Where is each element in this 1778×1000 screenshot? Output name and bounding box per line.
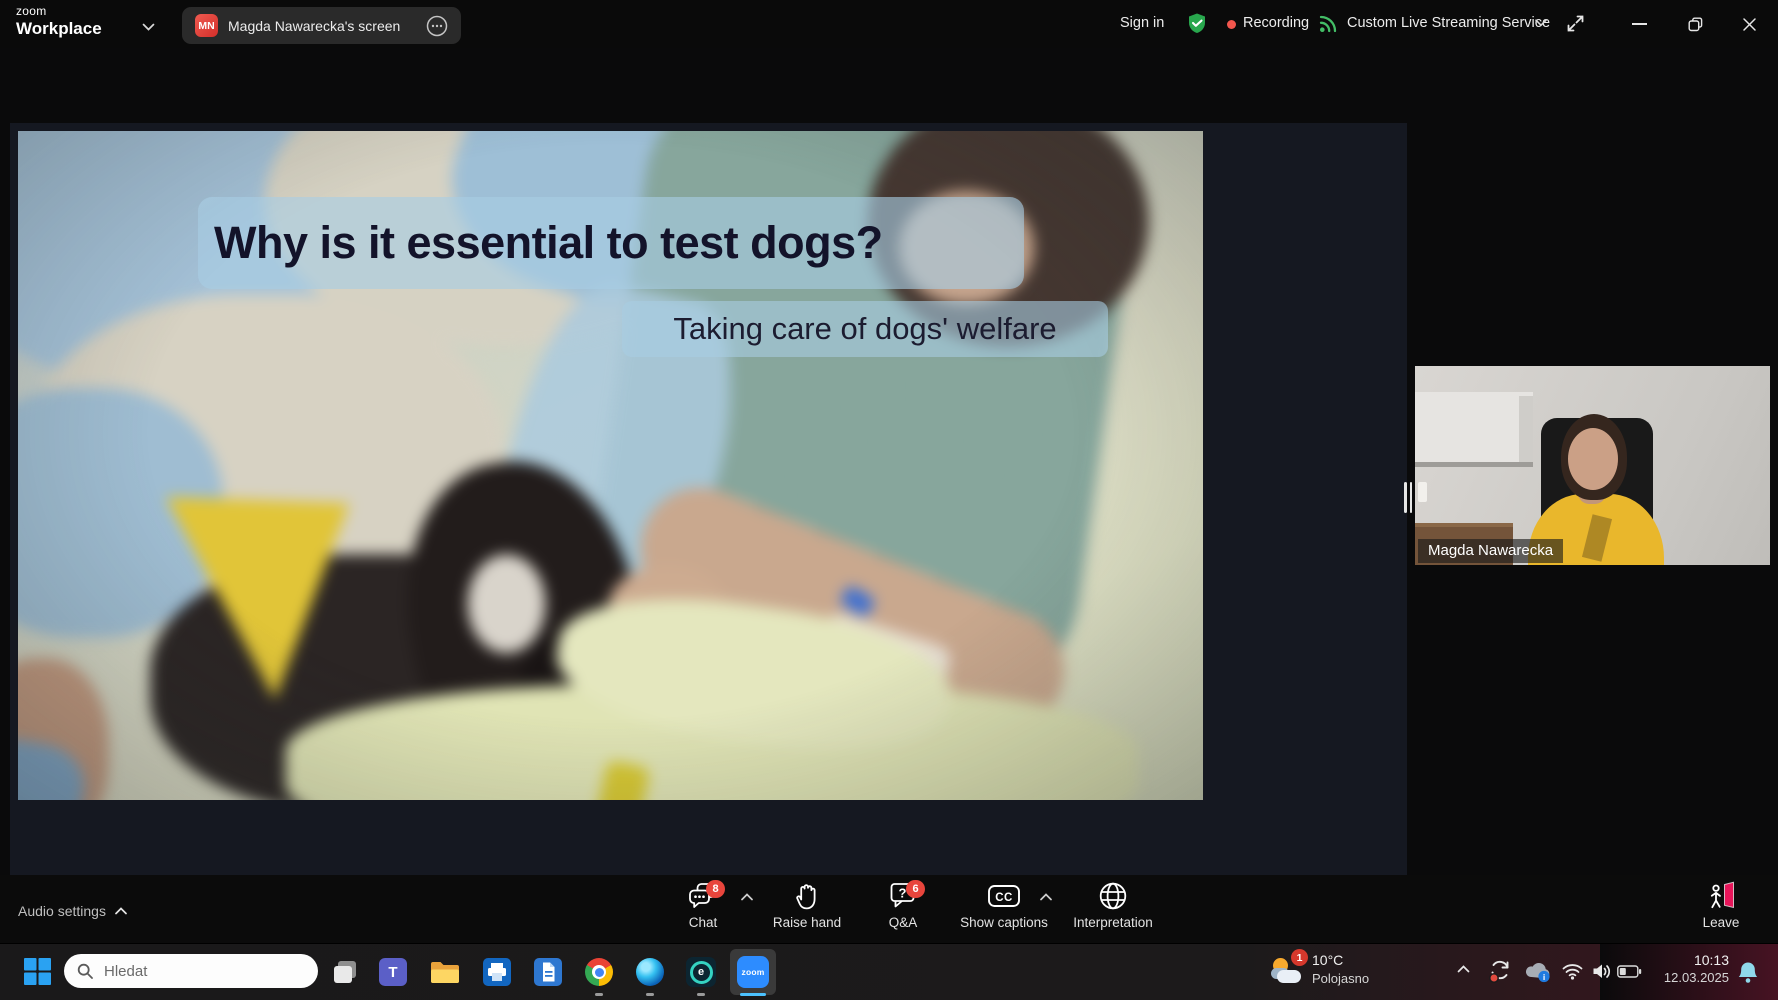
printer-glyph <box>483 958 511 986</box>
light-switch <box>1418 482 1427 502</box>
qa-badge: 6 <box>906 880 925 898</box>
leave-button[interactable]: Leave <box>1676 879 1766 930</box>
interpretation-button[interactable]: Interpretation <box>1053 879 1173 930</box>
raise-hand-button[interactable]: Raise hand <box>762 879 852 930</box>
taskbar-search[interactable] <box>64 954 318 988</box>
raise-hand-icon <box>793 881 821 911</box>
show-captions-label: Show captions <box>960 915 1048 930</box>
recording-label: Recording <box>1243 15 1309 31</box>
search-icon <box>77 963 93 979</box>
weather-notification-badge: 1 <box>1291 949 1308 966</box>
clock-date: 12.03.2025 <box>1645 970 1729 985</box>
security-shield-icon[interactable] <box>1186 12 1208 35</box>
eset-running-indicator <box>697 993 705 996</box>
tab-more-options-icon[interactable] <box>426 15 448 37</box>
leave-meeting-icon <box>1706 881 1736 911</box>
printer-app-icon[interactable] <box>483 958 511 986</box>
zoom-active-indicator <box>740 993 766 996</box>
interpretation-label: Interpretation <box>1073 915 1153 930</box>
sign-in-button[interactable]: Sign in <box>1120 15 1164 31</box>
weather-temperature: 10°C <box>1312 952 1343 968</box>
cabinet-side <box>1519 396 1533 462</box>
cloud-icon <box>1277 970 1301 983</box>
weather-condition: Polojasno <box>1312 971 1369 986</box>
minimize-button[interactable] <box>1622 11 1656 37</box>
search-input[interactable] <box>102 962 286 981</box>
title-bar: zoom Workplace MN Magda Nawarecka's scre… <box>0 0 1778 48</box>
captions-chevron-up-icon[interactable] <box>1040 893 1052 901</box>
slide-title-box: Why is it essential to test dogs? <box>198 197 1024 289</box>
streaming-service-label[interactable]: Custom Live Streaming Service <box>1347 15 1550 31</box>
raise-hand-label: Raise hand <box>773 915 841 930</box>
chat-chevron-up-icon[interactable] <box>741 893 753 901</box>
streaming-chevron-down-icon[interactable] <box>1535 19 1547 27</box>
closed-captions-icon: CC <box>987 883 1021 910</box>
person-face <box>1568 428 1618 490</box>
taskbar-clock[interactable]: 10:13 12.03.2025 <box>1645 944 1729 1000</box>
cloud-info-icon[interactable]: i <box>1524 961 1552 983</box>
participant-video-thumbnail[interactable]: Magda Nawarecka <box>1415 366 1770 565</box>
chevron-up-icon <box>115 907 127 915</box>
scanner-app-icon[interactable] <box>534 958 562 986</box>
document-glyph <box>534 958 562 986</box>
sync-status-icon[interactable] <box>1488 959 1512 985</box>
show-captions-button[interactable]: CC Show captions <box>944 879 1064 930</box>
slide-subtitle: Taking care of dogs' welfare <box>673 311 1056 347</box>
windows-taskbar: T e zoom <box>0 943 1778 1000</box>
live-streaming-icon <box>1318 13 1339 34</box>
close-button[interactable] <box>1732 11 1766 37</box>
meeting-toolbar: Audio settings 8 Chat Raise hand 6 <box>0 875 1778 943</box>
slide-subtitle-box: Taking care of dogs' welfare <box>622 301 1108 357</box>
weather-widget[interactable]: 1 <box>1271 954 1309 990</box>
edge-icon[interactable] <box>636 958 664 986</box>
brand-zoom: zoom <box>16 5 102 17</box>
shared-screen-panel: Why is it essential to test dogs? Taking… <box>10 123 1407 875</box>
panel-resize-handle[interactable] <box>1404 482 1412 513</box>
zoom-app-icon: zoom <box>737 956 769 988</box>
wall-cabinet <box>1415 392 1533 467</box>
shared-slide-photo: Why is it essential to test dogs? Taking… <box>18 131 1203 800</box>
zoom-workplace-window: zoom Workplace MN Magda Nawarecka's scre… <box>0 0 1778 1000</box>
fullscreen-expand-icon[interactable] <box>1565 13 1586 34</box>
participant-name-label: Magda Nawarecka <box>1418 539 1563 563</box>
slide-title: Why is it essential to test dogs? <box>214 217 883 269</box>
speaker-icon[interactable] <box>1592 962 1612 981</box>
zoom-taskbar-button[interactable]: zoom <box>730 949 776 995</box>
leave-label: Leave <box>1703 915 1740 930</box>
chat-badge: 8 <box>706 880 725 898</box>
task-view-icon[interactable] <box>333 960 357 984</box>
audio-settings-label: Audio settings <box>18 903 106 919</box>
chrome-running-indicator <box>595 993 603 996</box>
chrome-icon[interactable] <box>585 958 613 986</box>
teams-icon[interactable]: T <box>379 958 407 986</box>
close-icon <box>1742 17 1757 32</box>
edge-running-indicator <box>646 993 654 996</box>
qa-label: Q&A <box>889 915 918 930</box>
clock-time: 10:13 <box>1645 952 1729 968</box>
svg-text:CC: CC <box>995 892 1013 904</box>
avatar: MN <box>195 14 218 37</box>
workspace-chevron-down-icon[interactable] <box>142 23 155 31</box>
tab-title: Magda Nawarecka's screen <box>228 18 400 34</box>
start-button-icon[interactable] <box>24 958 51 985</box>
restore-icon <box>1688 17 1703 32</box>
file-explorer-icon[interactable] <box>430 960 460 985</box>
wifi-icon[interactable] <box>1562 963 1583 980</box>
eset-icon[interactable]: e <box>686 957 716 987</box>
chat-label: Chat <box>689 915 718 930</box>
brand-workplace: Workplace <box>16 20 102 37</box>
screen-share-tab[interactable]: MN Magda Nawarecka's screen <box>182 7 461 44</box>
globe-icon <box>1098 881 1128 911</box>
tray-chevron-up-icon[interactable] <box>1457 965 1470 973</box>
recording-dot-icon <box>1227 20 1236 29</box>
notification-bell-icon[interactable] <box>1738 961 1758 984</box>
chat-button[interactable]: 8 Chat <box>663 879 743 930</box>
audio-settings-button[interactable]: Audio settings <box>18 903 127 919</box>
qa-button[interactable]: 6 ? Q&A <box>863 879 943 930</box>
maximize-button[interactable] <box>1678 11 1712 37</box>
svg-text:i: i <box>1543 972 1545 982</box>
zoom-workplace-logo: zoom Workplace <box>16 5 102 37</box>
battery-icon[interactable] <box>1617 965 1642 978</box>
